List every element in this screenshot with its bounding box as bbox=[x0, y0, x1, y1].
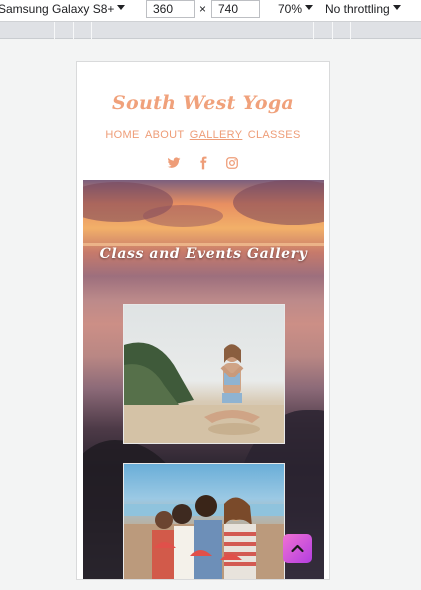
chevron-up-icon bbox=[291, 544, 304, 553]
zoom-select-label: 70% bbox=[278, 2, 303, 16]
gallery-title: Class and Events Gallery bbox=[99, 246, 308, 262]
nav-about[interactable]: ABOUT bbox=[145, 129, 184, 141]
sky-cloud bbox=[233, 180, 324, 225]
ruler-tick bbox=[313, 22, 314, 39]
throttling-select[interactable]: No throttling bbox=[325, 0, 401, 22]
nav-classes[interactable]: CLASSES bbox=[248, 129, 301, 141]
device-select-label: Samsung Galaxy S8+ bbox=[0, 2, 115, 16]
gallery-photo-friends[interactable] bbox=[123, 463, 285, 579]
ruler-tick bbox=[91, 22, 92, 39]
chevron-down-icon bbox=[117, 5, 126, 11]
social-links bbox=[77, 151, 329, 170]
throttling-select-label: No throttling bbox=[325, 2, 390, 16]
ruler-tick bbox=[73, 22, 74, 39]
instagram-icon[interactable] bbox=[225, 155, 239, 169]
media-query-ruler[interactable] bbox=[0, 22, 421, 39]
ruler-tick bbox=[54, 22, 55, 39]
height-input[interactable]: 740 bbox=[211, 0, 260, 18]
zoom-select[interactable]: 70% bbox=[278, 0, 314, 22]
site-brand[interactable]: South West Yoga bbox=[77, 92, 329, 114]
chevron-down-icon bbox=[305, 5, 314, 11]
nav-gallery[interactable]: GALLERY bbox=[190, 129, 243, 141]
ruler-tick bbox=[332, 22, 333, 39]
friends-illustration bbox=[124, 495, 284, 579]
nav-home[interactable]: HOME bbox=[105, 129, 139, 141]
sky-cloud bbox=[143, 205, 223, 227]
chevron-down-icon bbox=[392, 5, 401, 11]
device-toolbar: Samsung Galaxy S8+ 360 × 740 70% No thro… bbox=[0, 0, 421, 22]
main-nav: HOME ABOUT GALLERY CLASSES bbox=[77, 129, 329, 141]
twitter-icon[interactable] bbox=[167, 155, 181, 169]
dimension-separator: × bbox=[199, 2, 207, 16]
gallery-photo-meditation[interactable] bbox=[123, 304, 285, 444]
device-select[interactable]: Samsung Galaxy S8+ bbox=[0, 0, 126, 22]
device-viewport: South West Yoga HOME ABOUT GALLERY CLASS… bbox=[76, 61, 330, 580]
meditation-illustration bbox=[124, 342, 284, 443]
facebook-icon[interactable] bbox=[196, 155, 210, 169]
scroll-to-top-button[interactable] bbox=[283, 534, 312, 563]
width-input[interactable]: 360 bbox=[146, 0, 195, 18]
gallery-hero: Class and Events Gallery bbox=[83, 180, 324, 579]
ruler-tick bbox=[350, 22, 351, 39]
